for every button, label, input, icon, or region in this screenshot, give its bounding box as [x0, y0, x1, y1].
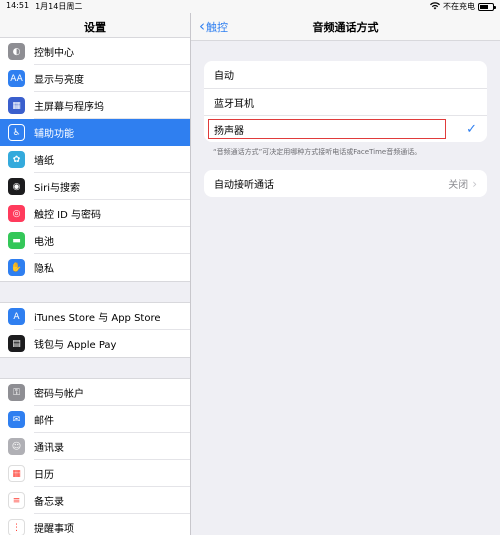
battery-icon: ▬ — [8, 232, 25, 249]
sidebar-group: ◐ 控制中心 AA 显示与亮度 ▦ 主屏幕与程序坞 ♿ 辅助功能 ✿ 墙纸 ◉ Siri与搜索 ◎ 触控 … — [0, 38, 190, 281]
back-button-label: 触控 — [206, 20, 228, 34]
charging-status: 不在充电 — [443, 2, 475, 11]
auto-answer-card: 自动接听通话 关闭 › — [204, 170, 487, 197]
option-auto[interactable]: 自动 — [204, 61, 487, 88]
wifi-icon — [430, 1, 440, 12]
sidebar: 设置 ◐ 控制中心 AA 显示与亮度 ▦ 主屏幕与程序坞 ♿ 辅助功能 ✿ 墙纸 ◉ Siri与搜索 ◎… — [0, 13, 191, 535]
sidebar-item[interactable]: ✉ 邮件 — [0, 406, 190, 433]
sidebar-item-label: 邮件 — [34, 416, 54, 427]
sidebar-item[interactable]: ▤ 钱包与 Apple Pay — [0, 330, 190, 357]
contacts-icon: ☺ — [8, 438, 25, 455]
option-label: 蓝牙耳机 — [214, 98, 254, 110]
sidebar-item-label: 控制中心 — [34, 48, 74, 59]
mail-icon: ✉ — [8, 411, 25, 428]
sidebar-item-label: 日历 — [34, 470, 54, 481]
reminders-icon: ⋮ — [8, 519, 25, 535]
sidebar-item-label: 显示与亮度 — [34, 75, 84, 86]
sidebar-item[interactable]: AiTunes Store 与 App Store — [0, 303, 190, 330]
sidebar-item-label: 隐私 — [34, 264, 54, 275]
fingerprint-icon: ◎ — [8, 205, 25, 222]
sidebar-group: AiTunes Store 与 App Store ▤ 钱包与 Apple Pay — [0, 303, 190, 357]
chevron-right-icon: › — [472, 176, 477, 191]
sidebar-item-label: iTunes Store 与 App Store — [34, 313, 161, 324]
auto-answer-row[interactable]: 自动接听通话 关闭 › — [204, 170, 487, 197]
option-label: 扬声器 — [214, 125, 244, 137]
sidebar-item-label: 提醒事项 — [34, 524, 74, 535]
wallet-icon: ▤ — [8, 335, 25, 352]
sidebar-item-label: Siri与搜索 — [34, 183, 81, 194]
sidebar-item-label: 电池 — [34, 237, 54, 248]
calendar-icon: ▦ — [8, 465, 25, 482]
status-time: 14:51 — [6, 1, 30, 10]
auto-answer-label: 自动接听通话 — [214, 180, 274, 191]
page-title: 音频通话方式 — [312, 20, 379, 34]
sidebar-group-gap — [0, 281, 190, 303]
sidebar-item-label: 钱包与 Apple Pay — [34, 340, 117, 351]
sidebar-group: ⚿ 密码与帐户 ✉ 邮件 ☺ 通讯录 ▦ 日历 ≡ 备忘录 ⋮ 提醒事项 — [0, 379, 190, 535]
sidebar-item[interactable]: ◉ Siri与搜索 — [0, 173, 190, 200]
key-icon: ⚿ — [8, 384, 25, 401]
chevron-left-icon: ‹ — [199, 17, 205, 35]
sidebar-item[interactable]: ▦ 日历 — [0, 460, 190, 487]
sidebar-item-label: 主屏幕与程序坞 — [34, 102, 104, 113]
sidebar-item-label: 墙纸 — [34, 156, 54, 167]
sidebar-item[interactable]: ≡ 备忘录 — [0, 487, 190, 514]
flower-icon: ✿ — [8, 151, 25, 168]
notes-icon: ≡ — [8, 492, 25, 509]
auto-answer-value: 关闭 — [448, 180, 469, 191]
sidebar-group-gap — [0, 357, 190, 379]
checkmark-icon: ✓ — [466, 121, 477, 137]
siri-icon: ◉ — [8, 178, 25, 195]
option-label: 自动 — [214, 71, 234, 82]
sidebar-item-label: 触控 ID 与密码 — [34, 210, 102, 221]
sidebar-item[interactable]: AA 显示与亮度 — [0, 65, 190, 92]
aa-icon: AA — [8, 70, 25, 87]
status-bar: 14:51 1月14日周二 不在充电 — [0, 0, 500, 13]
sidebar-item-label: 辅助功能 — [34, 129, 74, 140]
back-button[interactable]: ‹ 触控 — [191, 19, 228, 35]
audio-routing-options: 自动 蓝牙耳机 扬声器 ✓ — [204, 61, 487, 142]
option-speaker[interactable]: 扬声器 ✓ — [204, 115, 487, 142]
sidebar-item[interactable]: ⚿ 密码与帐户 — [0, 379, 190, 406]
options-footnote: “音频通话方式”可决定用哪种方式接听电话或FaceTime音频通话。 — [213, 148, 422, 156]
accessibility-icon: ♿ — [8, 124, 25, 141]
option-bluetooth-headset[interactable]: 蓝牙耳机 — [204, 88, 487, 115]
sidebar-item-label: 通讯录 — [34, 443, 64, 454]
sidebar-item[interactable]: ✿ 墙纸 — [0, 146, 190, 173]
appstore-icon: A — [8, 308, 25, 325]
detail-pane: ‹ 触控 音频通话方式 自动 蓝牙耳机 扬声器 ✓ “音频通话方式”可决定用哪种… — [191, 13, 500, 535]
status-date: 1月14日周二 — [35, 2, 83, 11]
sidebar-item-label: 密码与帐户 — [34, 389, 84, 400]
sidebar-item-label: 备忘录 — [34, 497, 64, 508]
sidebar-item[interactable]: ⋮ 提醒事项 — [0, 514, 190, 535]
sidebar-item[interactable]: ▦ 主屏幕与程序坞 — [0, 92, 190, 119]
sidebar-item[interactable]: ♿ 辅助功能 — [0, 119, 190, 146]
grid-icon: ▦ — [8, 97, 25, 114]
sidebar-item[interactable]: ◐ 控制中心 — [0, 38, 190, 65]
battery-icon — [478, 2, 496, 11]
sidebar-item[interactable]: ▬ 电池 — [0, 227, 190, 254]
toggle-icon: ◐ — [8, 43, 25, 60]
sidebar-item[interactable]: ◎ 触控 ID 与密码 — [0, 200, 190, 227]
hand-icon: ✋ — [8, 259, 25, 276]
sidebar-item[interactable]: ☺ 通讯录 — [0, 433, 190, 460]
nav-bar: ‹ 触控 音频通话方式 — [191, 13, 500, 41]
sidebar-item[interactable]: ✋ 隐私 — [0, 254, 190, 281]
